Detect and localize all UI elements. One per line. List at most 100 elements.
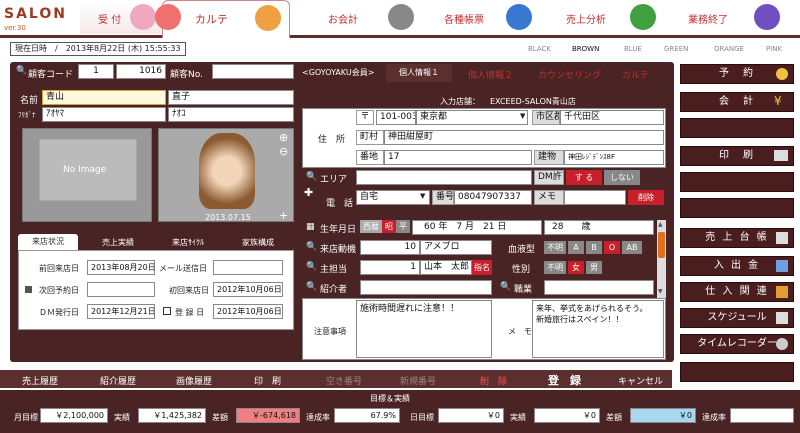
blank-button-5[interactable]: [680, 362, 794, 382]
sex-male[interactable]: 男: [586, 261, 602, 274]
customer-code-field-2[interactable]: 1016: [116, 64, 166, 79]
cash-icon: [776, 260, 788, 272]
reg-date-label: 登 録 日: [175, 308, 205, 317]
sex-female[interactable]: 女: [568, 261, 584, 274]
nav-reception[interactable]: 受 付: [80, 2, 162, 34]
nav-karte[interactable]: カルテ: [155, 0, 290, 38]
birth-date-field[interactable]: 60 年 7 月 21 日: [412, 220, 542, 235]
era-seireki[interactable]: 西暦: [360, 220, 382, 233]
zoom-out-icon[interactable]: ⊖: [279, 145, 288, 158]
zoom-in-icon[interactable]: ⊕: [279, 131, 288, 144]
job-field[interactable]: [544, 280, 654, 295]
phone-num-field[interactable]: 08047907337: [454, 190, 532, 205]
cancel-button[interactable]: キャンセル: [618, 374, 663, 387]
scroll-down-icon[interactable]: ▼: [658, 288, 663, 295]
theme-brown[interactable]: BROWN: [572, 45, 599, 53]
staff-search-icon[interactable]: 🔍: [306, 262, 317, 272]
phone-type-dropdown-icon[interactable]: ▼: [420, 192, 425, 200]
zip-field[interactable]: 101-0035: [376, 110, 416, 125]
phone-type-select[interactable]: 自宅: [356, 190, 430, 205]
assign-badge[interactable]: 指名: [472, 260, 492, 275]
era-heisei[interactable]: 平: [396, 220, 410, 233]
register-button[interactable]: 登 録: [548, 372, 581, 388]
month-target-label: 月目標: [14, 413, 38, 422]
phone-memo-field[interactable]: [564, 190, 626, 205]
blood-ab[interactable]: AB: [622, 241, 642, 254]
blank-button-1[interactable]: [680, 118, 794, 138]
image-history-button[interactable]: 画像履歴: [176, 374, 212, 387]
tab-personal-1[interactable]: 個人情報１: [386, 64, 452, 82]
blood-b[interactable]: B: [586, 241, 602, 254]
customer-code-field-1[interactable]: 1: [78, 64, 114, 79]
memo-field[interactable]: 来年、挙式をあげられるそう。 新婚旅行はスペイン！！: [532, 300, 664, 358]
tab-visit-cycle[interactable]: 来店ｻｲｸﾙ: [172, 237, 204, 248]
birth-year-unit: 年: [438, 222, 448, 232]
dm-no-button[interactable]: しない: [604, 170, 640, 185]
add-photo-icon[interactable]: +: [279, 209, 288, 222]
photo-slot-customer[interactable]: 2013.07.15 ⊕ ⊖ +: [158, 128, 294, 222]
intro-field[interactable]: [360, 280, 492, 295]
blank-button-3[interactable]: [680, 198, 794, 218]
photo-slot-empty[interactable]: No Image: [22, 128, 152, 222]
scroll-up-icon[interactable]: ▲: [658, 221, 663, 228]
motive-search-icon[interactable]: 🔍: [306, 242, 317, 252]
notes-field[interactable]: 施術時間遅れに注意！！: [356, 300, 492, 358]
last-name-field[interactable]: 青山: [42, 90, 166, 105]
kana-first-field[interactable]: ﾅｵｺ: [168, 107, 294, 122]
nav-close[interactable]: 業務終了: [660, 2, 782, 34]
nav-analysis[interactable]: 売上分析: [540, 2, 658, 34]
blank-button-2[interactable]: [680, 172, 794, 192]
job-search-icon[interactable]: 🔍: [500, 282, 511, 292]
dm-yes-button[interactable]: す る: [566, 170, 602, 185]
theme-blue[interactable]: BLUE: [624, 45, 642, 53]
intro-search-icon[interactable]: 🔍: [306, 282, 317, 292]
print-bottom-button[interactable]: 印 刷: [254, 374, 281, 387]
num-field[interactable]: 17: [384, 150, 532, 165]
new-number-button[interactable]: 新規番号: [400, 374, 436, 387]
tab-karte[interactable]: カルテ: [622, 68, 649, 81]
customer-no-field[interactable]: [212, 64, 294, 79]
era-showa[interactable]: 昭: [382, 220, 396, 233]
town-field[interactable]: 神田紺屋町: [384, 130, 664, 145]
staff-num-field[interactable]: 1: [360, 260, 420, 275]
intro-history-button[interactable]: 紹介履歴: [100, 374, 136, 387]
first-name-field[interactable]: 直子: [168, 90, 294, 105]
area-search-icon[interactable]: 🔍: [306, 172, 317, 182]
scroll-thumb[interactable]: [658, 232, 665, 258]
theme-pink[interactable]: PINK: [766, 45, 782, 53]
blood-a[interactable]: A: [568, 241, 584, 254]
pref-select[interactable]: 東京都: [416, 110, 528, 125]
motive-value-field[interactable]: アメブロ: [420, 240, 492, 255]
kana-last-field[interactable]: ｱｵﾔﾏ: [42, 107, 166, 122]
tab-personal-2[interactable]: 個人情報２: [468, 68, 513, 81]
theme-green[interactable]: GREEN: [664, 45, 688, 53]
delete-button[interactable]: 削 除: [480, 374, 507, 387]
tab-sales-record[interactable]: 売上実績: [102, 237, 134, 248]
theme-black[interactable]: BLACK: [528, 45, 551, 53]
name-label: 名前: [20, 96, 39, 106]
nav-checkout[interactable]: お会計: [300, 2, 418, 34]
city-field[interactable]: 千代田区: [560, 110, 664, 125]
nav-reports[interactable]: 各種帳票: [420, 2, 536, 34]
form-scrollbar[interactable]: ▲ ▼: [657, 220, 666, 298]
tab-visit-status[interactable]: 来店状況: [18, 234, 78, 250]
analysis-icon: [630, 4, 656, 30]
staff-value-field[interactable]: 山本 太郎: [420, 260, 472, 275]
blood-o[interactable]: O: [604, 241, 620, 254]
sex-unknown[interactable]: 不明: [544, 261, 566, 274]
phone-add-icon[interactable]: ✚: [304, 186, 313, 199]
pref-dropdown-icon[interactable]: ▼: [520, 112, 525, 120]
blood-unknown[interactable]: 不明: [544, 241, 566, 254]
free-number-button[interactable]: 空き番号: [326, 374, 362, 387]
birth-calendar-icon[interactable]: ▦: [306, 222, 315, 232]
tab-counseling[interactable]: カウンセリング: [538, 68, 601, 81]
sales-history-button[interactable]: 売上履歴: [22, 374, 58, 387]
motive-num-field[interactable]: 10: [360, 240, 420, 255]
area-field[interactable]: [356, 170, 532, 185]
phone-label: 電 話: [326, 199, 354, 209]
customer-photo: [199, 133, 255, 209]
phone-delete-button[interactable]: 削除: [628, 190, 664, 205]
tab-family[interactable]: 家族構成: [242, 237, 274, 248]
bld-field[interactable]: 神田ﾚｼﾞﾃﾞﾝｽ8F: [564, 150, 664, 165]
theme-orange[interactable]: ORANGE: [714, 45, 744, 53]
